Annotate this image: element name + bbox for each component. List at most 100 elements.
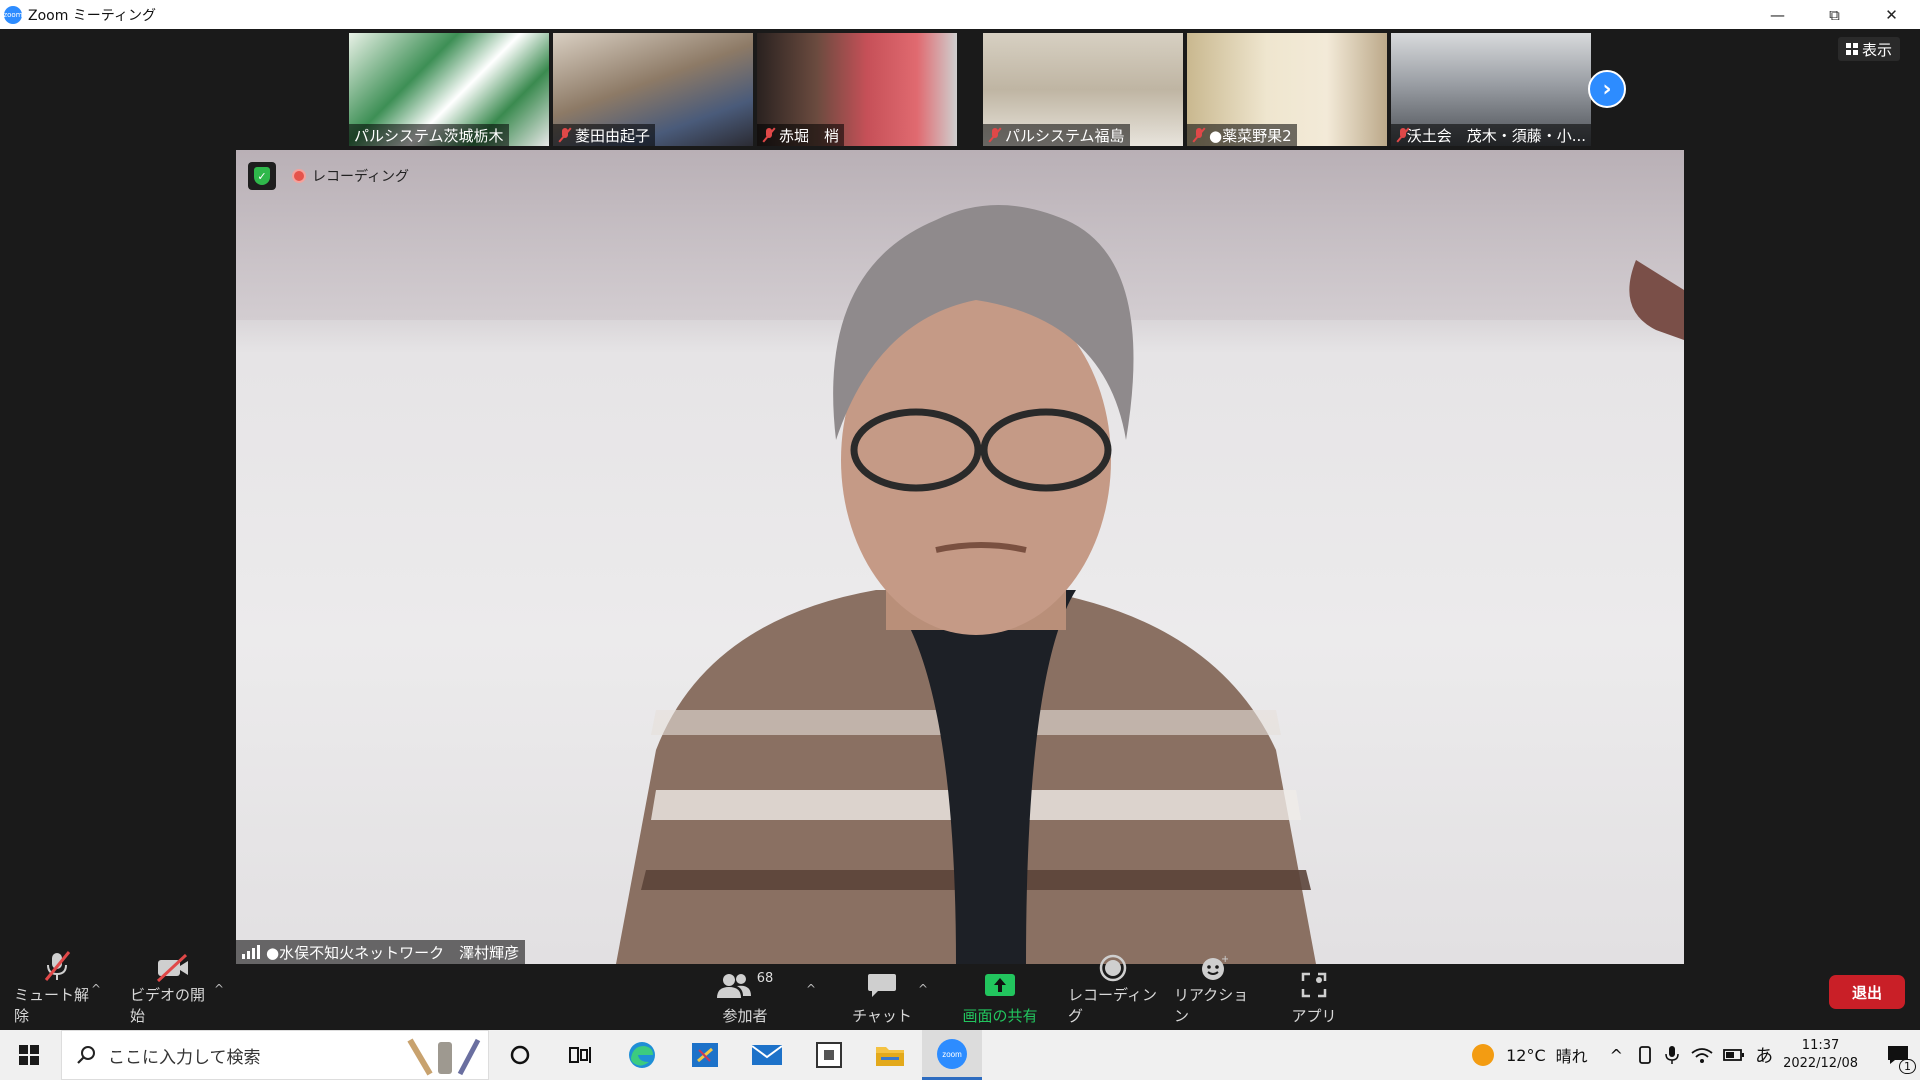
chat-caret-icon[interactable]: ^ — [918, 982, 928, 996]
share-screen-icon — [984, 967, 1016, 1003]
participant-name: パルシステム福島 — [983, 124, 1130, 146]
show-hidden-icons-chevron-icon[interactable]: ^ — [1610, 1046, 1623, 1065]
participant-name-text: パルシステム福島 — [1005, 126, 1125, 145]
muted-mic-icon — [988, 127, 1002, 143]
apps-icon — [1301, 967, 1327, 1003]
view-button-label: 表示 — [1861, 40, 1892, 59]
recording-dot-icon — [292, 169, 306, 183]
security-shield-icon[interactable]: ✓ — [248, 162, 276, 190]
wifi-icon[interactable] — [1691, 1046, 1713, 1064]
notification-center-button[interactable]: 1 — [1876, 1030, 1920, 1080]
reaction-emoji-icon: + — [1200, 954, 1228, 982]
muted-mic-icon — [558, 127, 572, 143]
recording-indicator[interactable]: レコーディング — [286, 164, 415, 188]
next-page-button[interactable]: › — [1588, 70, 1626, 108]
restore-button[interactable]: ⧉ — [1806, 0, 1863, 29]
unmute-button[interactable]: ミュート解除 — [14, 951, 100, 1030]
weather-condition[interactable]: 晴れ — [1556, 1043, 1588, 1067]
audio-options-caret-icon[interactable]: ^ — [91, 982, 101, 996]
window-controls: — ⧉ ✕ — [1749, 0, 1920, 29]
cortana-circle-icon — [510, 1045, 530, 1065]
image-viewer-icon — [816, 1042, 842, 1068]
chat-icon — [867, 967, 897, 1003]
participant-tile[interactable]: 沃土会 茂木・須藤・小... — [1391, 33, 1591, 146]
apps-label: アプリ — [1291, 1007, 1337, 1025]
edge-app[interactable] — [612, 1030, 672, 1080]
chat-label: チャット — [852, 1007, 912, 1025]
video-options-caret-icon[interactable]: ^ — [214, 982, 224, 996]
participants-button[interactable]: 68 参加者 — [715, 964, 775, 1030]
meeting-toolbar: ミュート解除 ^ ビデオの開始 ^ 68 参加者 ^ チャット ^ 画面の共有 … — [0, 951, 1920, 1030]
participant-name-text: 菱田由起子 — [575, 126, 651, 145]
muted-mic-icon — [1192, 127, 1206, 143]
reactions-label: リアクション — [1174, 986, 1249, 1025]
battery-icon[interactable] — [1723, 1047, 1745, 1063]
leave-meeting-button[interactable]: 退出 — [1829, 975, 1905, 1009]
meeting-area: パルシステム茨城栃木 菱田由起子 赤堀 梢 パルシステム福島 ●薬菜野果2 沃土… — [0, 29, 1920, 1030]
record-label: レコーディング — [1068, 986, 1157, 1025]
participant-name-text: 沃土会 茂木・須藤・小... — [1406, 126, 1586, 145]
record-button[interactable]: レコーディング — [1068, 954, 1158, 1030]
muted-mic-icon — [1396, 127, 1406, 143]
participants-caret-icon[interactable]: ^ — [806, 982, 816, 996]
participant-name: ●薬菜野果2 — [1187, 124, 1297, 146]
svg-text:+: + — [1221, 954, 1228, 965]
recording-label: レコーディング — [312, 169, 410, 185]
active-speaker-video: ✓ レコーディング ●水俣不知火ネットワーク 澤村輝彦 — [236, 150, 1684, 964]
minimize-button[interactable]: — — [1749, 0, 1806, 29]
task-view-icon — [569, 1047, 591, 1063]
windows-taskbar: ここに入力して検索 zoom 12°C 晴れ ^ あ 11:37 2022/12… — [0, 1030, 1920, 1080]
search-placeholder: ここに入力して検索 — [108, 1047, 261, 1068]
mail-app[interactable] — [737, 1030, 797, 1080]
weather-temperature[interactable]: 12°C — [1506, 1046, 1546, 1065]
start-video-button[interactable]: ビデオの開始 — [130, 954, 216, 1030]
chevron-right-icon: › — [1602, 76, 1612, 102]
device-icon[interactable] — [1637, 1046, 1653, 1064]
store-app[interactable] — [675, 1030, 735, 1080]
grid-view-icon — [1845, 43, 1858, 55]
participant-tile[interactable]: 赤堀 梢 — [757, 33, 957, 146]
start-video-label: ビデオの開始 — [130, 986, 206, 1025]
participant-name-text: 赤堀 梢 — [779, 126, 840, 145]
app-store-icon — [692, 1043, 718, 1067]
mail-icon — [751, 1045, 783, 1065]
zoom-app-icon: zoom — [3, 5, 23, 24]
task-view-button[interactable] — [550, 1030, 610, 1080]
close-button[interactable]: ✕ — [1863, 0, 1920, 29]
active-speaker-name-text: ●水俣不知火ネットワーク 澤村輝彦 — [266, 943, 520, 962]
share-screen-button[interactable]: 画面の共有 — [955, 964, 1045, 1030]
unmute-label: ミュート解除 — [14, 986, 90, 1025]
weather-sun-icon — [1472, 1044, 1495, 1066]
participant-name: 赤堀 梢 — [757, 124, 845, 146]
viewer-app[interactable] — [799, 1030, 859, 1080]
apps-button[interactable]: アプリ — [1284, 964, 1344, 1030]
taskbar-search-box[interactable]: ここに入力して検索 — [61, 1030, 489, 1080]
notification-count-badge: 1 — [1899, 1059, 1916, 1074]
system-tray: 12°C 晴れ ^ あ 11:37 2022/12/08 1 — [1470, 1030, 1920, 1080]
file-explorer-app[interactable] — [860, 1030, 920, 1080]
cortana-button[interactable] — [490, 1030, 550, 1080]
zoom-app-icon-text: zoom — [3, 10, 23, 19]
ime-mode-indicator[interactable]: あ — [1755, 1042, 1773, 1068]
microphone-icon[interactable] — [1665, 1045, 1679, 1065]
edge-browser-icon — [629, 1042, 655, 1068]
search-highlight-illustration — [407, 1038, 481, 1076]
share-screen-label: 画面の共有 — [962, 1007, 1038, 1025]
participant-tile[interactable]: 菱田由起子 — [553, 33, 753, 146]
participant-tile[interactable]: パルシステム茨城栃木 — [349, 33, 549, 146]
taskbar-clock[interactable]: 11:37 2022/12/08 — [1783, 1037, 1858, 1073]
muted-mic-icon — [762, 127, 776, 143]
participant-name: 沃土会 茂木・須藤・小... — [1391, 124, 1591, 146]
participant-name-text: パルシステム茨城栃木 — [354, 126, 504, 145]
reactions-button[interactable]: + リアクション — [1174, 954, 1254, 1030]
chat-button[interactable]: チャット — [852, 964, 912, 1030]
zoom-taskbar-app[interactable]: zoom — [922, 1030, 982, 1080]
participants-count: 68 — [756, 970, 774, 986]
svg-text:zoom: zoom — [942, 1050, 962, 1059]
view-button[interactable]: 表示 — [1837, 37, 1900, 61]
thumbnail-strip: パルシステム茨城栃木 菱田由起子 赤堀 梢 パルシステム福島 ●薬菜野果2 沃土… — [349, 33, 1591, 146]
start-button[interactable] — [0, 1030, 58, 1080]
participant-tile[interactable]: ●薬菜野果2 — [1187, 33, 1387, 146]
folder-icon — [876, 1047, 904, 1066]
participant-tile[interactable]: パルシステム福島 — [983, 33, 1183, 146]
